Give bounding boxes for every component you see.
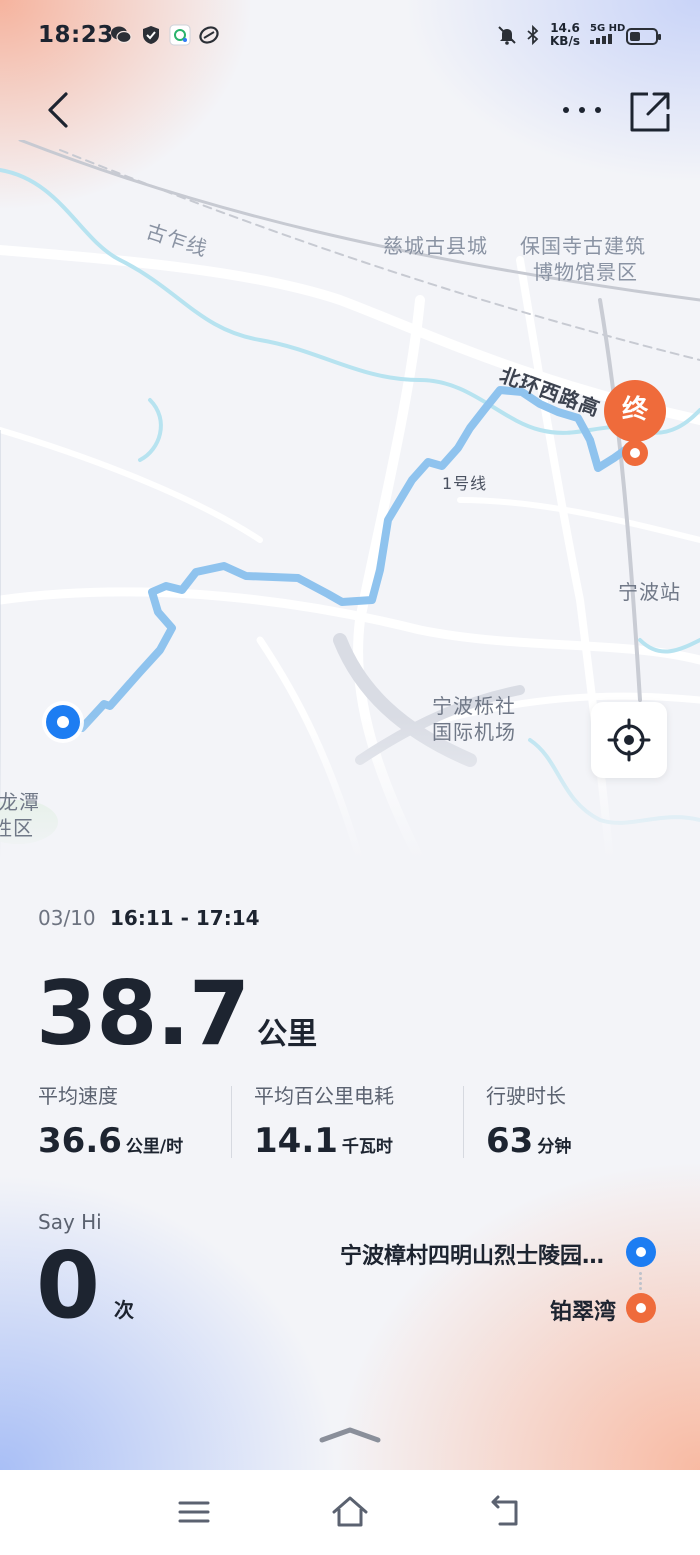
bluetooth-icon xyxy=(527,24,539,46)
trip-date: 03/10 xyxy=(38,906,96,930)
stat-value: 63 xyxy=(486,1121,534,1161)
map-label-cicheng: 慈城古县城 xyxy=(383,234,488,258)
more-options-button[interactable] xyxy=(556,88,608,132)
stat-label: 行驶时长 xyxy=(486,1084,566,1108)
map-label-line1: 1号线 xyxy=(442,474,488,493)
sayhi-value: 0 xyxy=(36,1232,101,1339)
trip-time-range: 16:11 - 17:14 xyxy=(110,906,260,930)
stat-unit: 千瓦时 xyxy=(341,1137,393,1157)
distance-value: 38.7 xyxy=(36,962,250,1065)
sayhi-unit: 次 xyxy=(114,1298,135,1322)
trip-detail-screen: 18:23 14.6 KB/s 5G HD 古乍线 慈城古县城 保国寺古建筑 博… xyxy=(0,0,700,1470)
distance-unit: 公里 xyxy=(257,1017,318,1052)
route-end-name: 铂翠湾 xyxy=(549,1300,616,1325)
map-label-baoguosi: 保国寺古建筑 xyxy=(520,234,646,258)
divider xyxy=(231,1086,232,1158)
battery-icon xyxy=(626,28,661,45)
stat-avg-speed: 平均速度 36.6 公里/时 xyxy=(38,1080,183,1161)
route-start-marker[interactable] xyxy=(46,705,80,739)
mute-bell-icon xyxy=(498,26,516,45)
map-label-longtan: 龙潭 xyxy=(0,790,40,814)
share-button[interactable] xyxy=(626,88,674,136)
end-point-icon xyxy=(626,1293,656,1323)
expand-chevron-up-icon[interactable] xyxy=(318,1424,382,1444)
stat-label: 平均速度 xyxy=(38,1084,118,1108)
locate-button[interactable] xyxy=(591,702,667,778)
stat-energy: 平均百公里电耗 14.1 千瓦时 xyxy=(254,1080,394,1161)
map-label-baoguosi-2: 博物馆景区 xyxy=(533,260,638,284)
map-label-ningbo-station: 宁波站 xyxy=(618,580,681,604)
status-bar: 18:23 14.6 KB/s 5G HD xyxy=(0,0,700,74)
stat-duration: 行驶时长 63 分钟 xyxy=(486,1080,571,1161)
route-end-marker[interactable]: 终 xyxy=(604,380,666,442)
chat-app-icon xyxy=(169,24,191,46)
system-nav-bar xyxy=(0,1470,700,1555)
menu-icon[interactable] xyxy=(174,1492,214,1532)
signal-icon xyxy=(590,34,612,44)
wechat-icon xyxy=(111,26,132,44)
back-button[interactable] xyxy=(38,88,82,132)
stat-value: 36.6 xyxy=(38,1121,122,1161)
app-logo-icon xyxy=(199,26,219,44)
route-end-dot xyxy=(622,440,648,466)
status-time: 18:23 xyxy=(38,22,114,48)
start-point-icon xyxy=(626,1237,656,1267)
map-label-airport: 宁波栎社 xyxy=(432,694,516,718)
sayhi-count: 0次 xyxy=(36,1232,134,1339)
divider xyxy=(463,1086,464,1158)
home-icon[interactable] xyxy=(330,1492,370,1532)
route-map[interactable]: 古乍线 慈城古县城 保国寺古建筑 博物馆景区 北环西路高 1号线 宁波站 宁波栎… xyxy=(0,140,700,860)
stat-value: 14.1 xyxy=(254,1121,338,1161)
network-speed: 14.6 KB/s xyxy=(550,21,580,48)
stat-unit: 公里/时 xyxy=(125,1137,184,1157)
trip-datetime: 03/10 16:11 - 17:14 xyxy=(38,906,260,930)
map-label-longtan-2: 胜区 xyxy=(0,816,34,840)
shield-icon xyxy=(143,26,159,44)
route-start-name: 宁波樟村四明山烈士陵园… xyxy=(339,1244,604,1269)
network-type: 5G HD xyxy=(590,24,625,47)
back-nav-icon[interactable] xyxy=(486,1492,526,1532)
stat-label: 平均百公里电耗 xyxy=(254,1084,394,1108)
route-connector xyxy=(639,1270,643,1290)
sayhi-label: Say Hi xyxy=(38,1210,102,1234)
stat-unit: 分钟 xyxy=(537,1137,572,1157)
map-label-airport-2: 国际机场 xyxy=(432,720,516,744)
locate-icon xyxy=(607,718,651,762)
trip-distance: 38.7 公里 xyxy=(36,962,317,1065)
